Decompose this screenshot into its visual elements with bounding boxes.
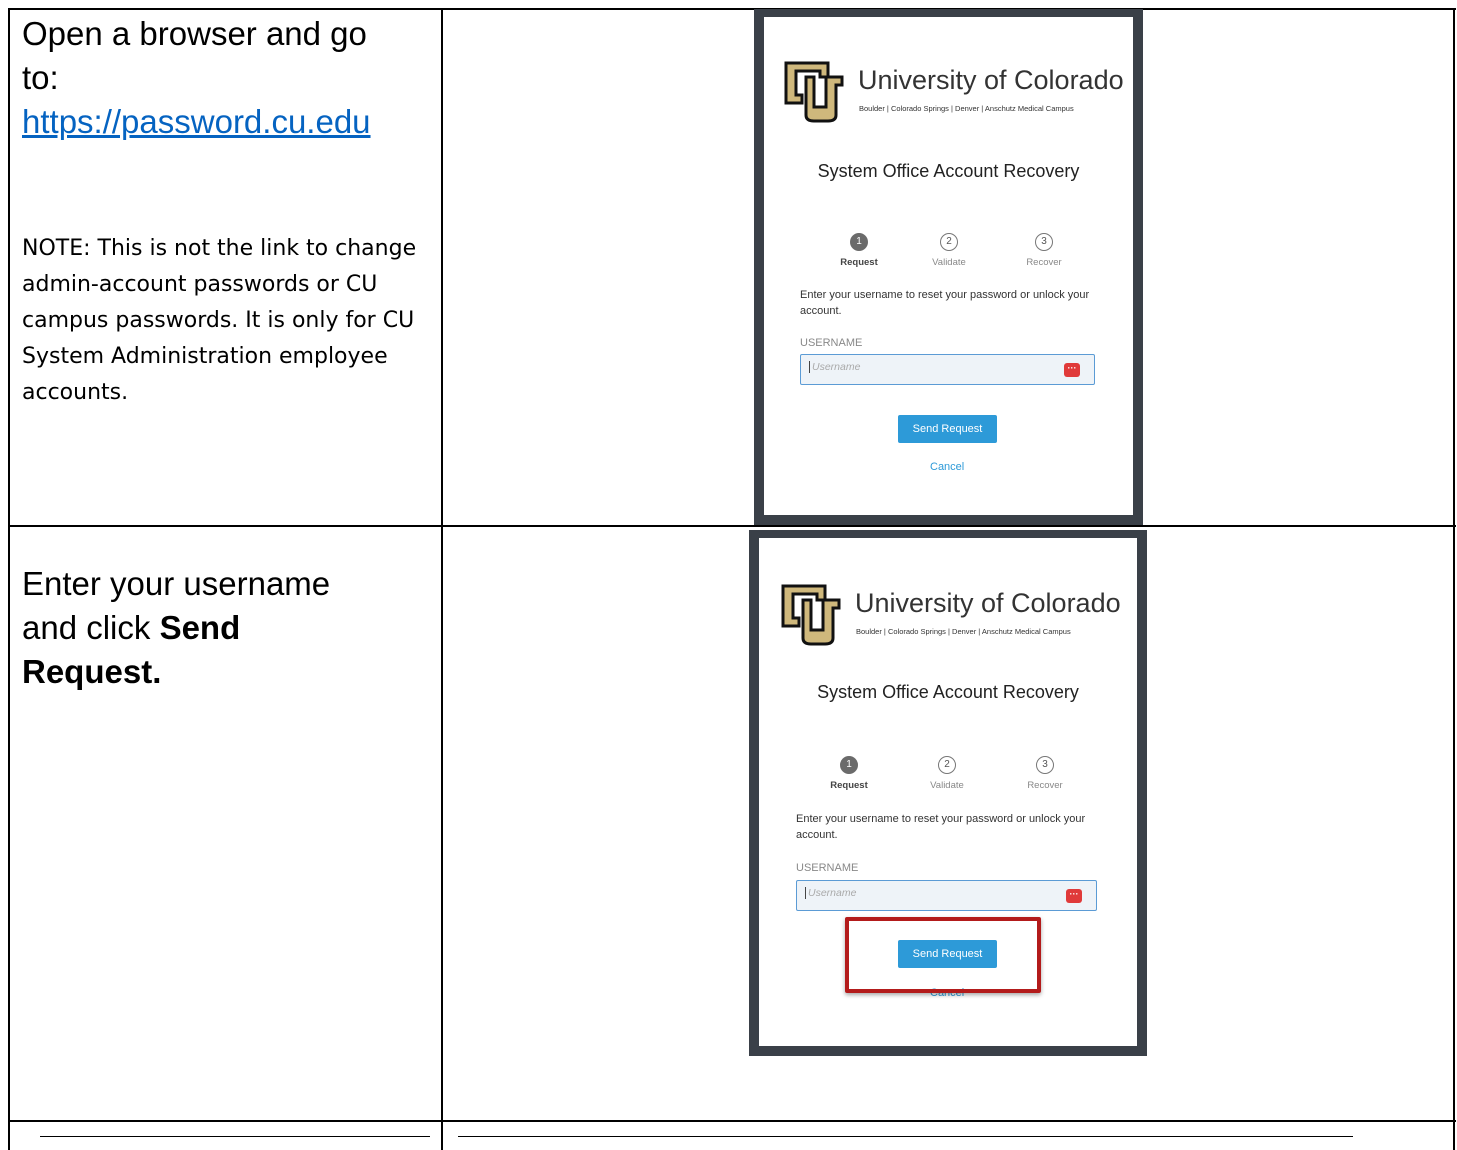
campus-list: Boulder | Colorado Springs | Denver | An…: [856, 627, 1071, 636]
step-request: 1 Request: [819, 233, 899, 268]
column-divider: [441, 8, 443, 1150]
row-divider: [8, 1120, 1456, 1122]
step-number: 3: [1035, 233, 1053, 251]
step1-instructions: Open a browser and go to: https://passwo…: [22, 12, 371, 144]
cu-logo: University of Colorado Boulder | Colorad…: [779, 582, 1121, 662]
step-number: 2: [938, 756, 956, 774]
recovery-screenshot: University of Colorado Boulder | Colorad…: [754, 9, 1143, 525]
campus-list: Boulder | Colorado Springs | Denver | An…: [859, 104, 1074, 113]
step-number: 2: [940, 233, 958, 251]
step2-line2-prefix: and click: [22, 609, 160, 646]
username-field[interactable]: ···: [796, 880, 1097, 911]
table-right-border: [1453, 8, 1455, 1150]
username-label: USERNAME: [800, 337, 863, 349]
step-label: Validate: [930, 780, 964, 791]
step-label: Request: [840, 257, 878, 268]
step-label: Recover: [1027, 780, 1063, 791]
progress-steps: 1 Request 2 Validate 3 Recover: [764, 233, 1133, 273]
recovery-instruction: Enter your username to reset your passwo…: [800, 289, 1090, 317]
step2-bold-request: Request.: [22, 653, 162, 690]
cancel-link[interactable]: Cancel: [930, 461, 964, 473]
step1-line1: Open a browser and go: [22, 15, 367, 52]
next-row-rule: [40, 1136, 430, 1137]
step-recover: 3 Recover: [1005, 756, 1085, 791]
page-heading: System Office Account Recovery: [817, 682, 1079, 702]
step1-line2: to:: [22, 59, 59, 96]
password-url-link[interactable]: https://password.cu.edu: [22, 100, 371, 144]
cu-logo-icon: [784, 61, 844, 123]
username-input[interactable]: [805, 887, 1045, 899]
cu-logo: University of Colorado Boulder | Colorad…: [782, 59, 1124, 139]
step2-bold-send: Send: [159, 609, 241, 646]
step-recover: 3 Recover: [1004, 233, 1084, 268]
step-validate: 2 Validate: [909, 233, 989, 268]
university-name: University of Colorado: [855, 588, 1121, 618]
recovery-page: University of Colorado Boulder | Colorad…: [764, 17, 1133, 515]
step-label: Request: [830, 780, 868, 791]
username-label: USERNAME: [796, 862, 859, 874]
page-heading: System Office Account Recovery: [817, 161, 1080, 181]
step1-note: NOTE: This is not the link to change adm…: [22, 236, 417, 405]
password-manager-icon[interactable]: ···: [1064, 363, 1080, 377]
username-input[interactable]: [809, 361, 1049, 373]
password-manager-icon[interactable]: ···: [1066, 889, 1082, 903]
step2-line3: Request.: [22, 650, 432, 694]
step2-line1: Enter your username: [22, 565, 331, 602]
table-left-border: [8, 8, 10, 1150]
send-request-button[interactable]: Send Request: [898, 415, 997, 443]
step-label: Validate: [932, 257, 966, 268]
cu-logo-icon: [781, 584, 841, 646]
highlight-box: [845, 917, 1041, 993]
step-number: 3: [1036, 756, 1054, 774]
step2-instructions: Enter your username and click Send Reque…: [22, 562, 432, 694]
step-validate: 2 Validate: [907, 756, 987, 791]
step-number: 1: [850, 233, 868, 251]
table-top-border: [8, 8, 1456, 10]
progress-steps: 1 Request 2 Validate 3 Recover: [759, 756, 1137, 796]
next-row-rule: [458, 1136, 1353, 1137]
step-request: 1 Request: [809, 756, 889, 791]
step-number: 1: [840, 756, 858, 774]
recovery-instruction: Enter your username to reset your passwo…: [796, 813, 1086, 841]
username-field[interactable]: ···: [800, 354, 1095, 385]
recovery-screenshot-highlighted: University of Colorado Boulder | Colorad…: [749, 530, 1147, 1056]
recovery-page: University of Colorado Boulder | Colorad…: [759, 538, 1137, 1046]
step2-line2: and click Send: [22, 606, 432, 650]
university-name: University of Colorado: [858, 65, 1124, 95]
step-label: Recover: [1026, 257, 1062, 268]
row-divider: [8, 525, 1456, 527]
